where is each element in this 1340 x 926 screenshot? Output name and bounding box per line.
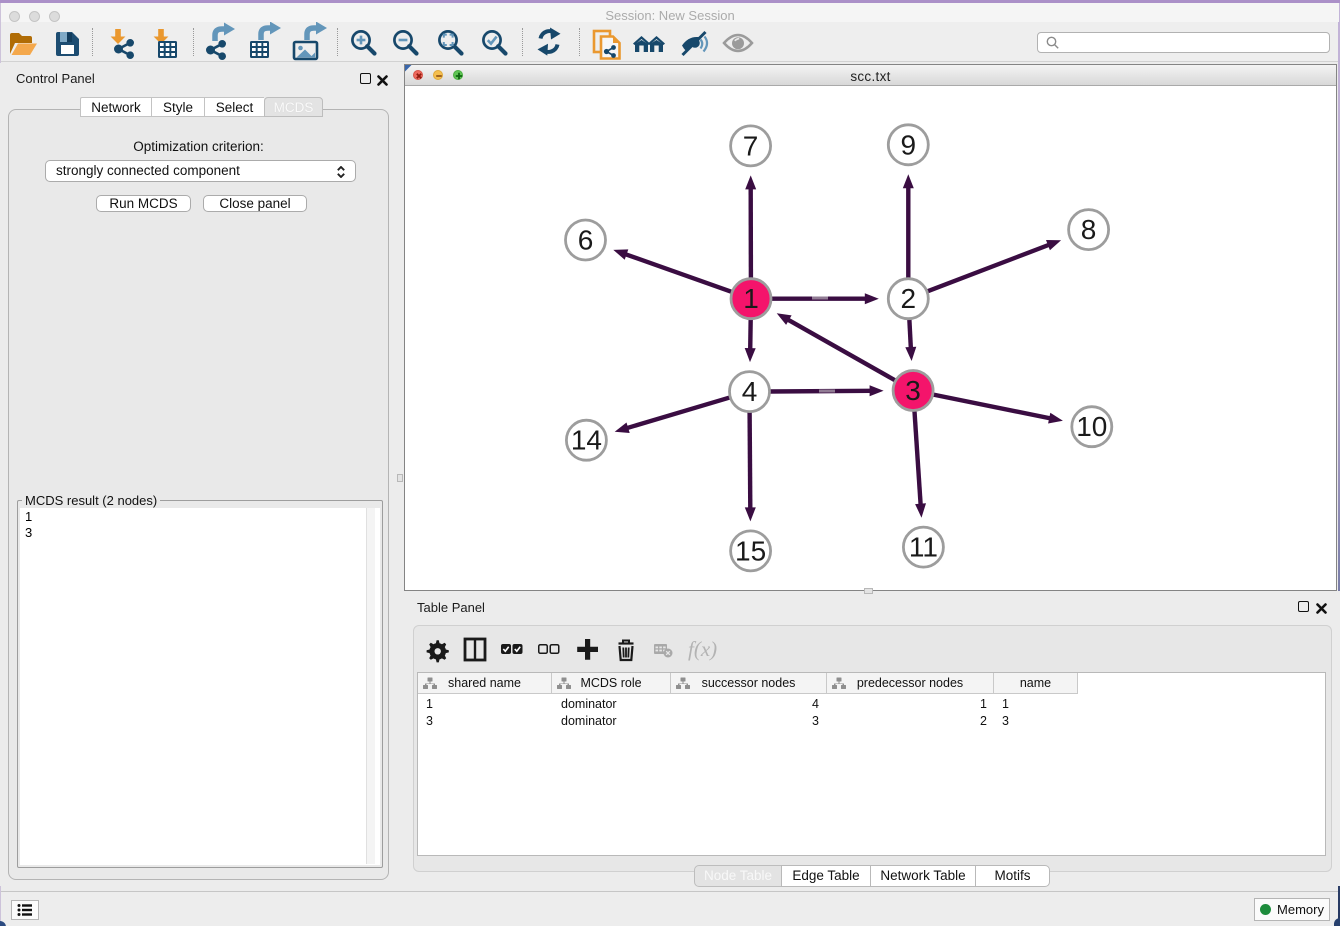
- svg-text:7: 7: [743, 130, 759, 161]
- svg-text:11: 11: [909, 532, 938, 563]
- svg-text:f(x): f(x): [688, 637, 717, 661]
- svg-text:15: 15: [735, 535, 766, 566]
- svg-text:4: 4: [742, 376, 758, 407]
- svg-text:3: 3: [905, 375, 921, 406]
- svg-text:6: 6: [578, 225, 594, 256]
- svg-text:2: 2: [901, 283, 917, 314]
- svg-text:14: 14: [571, 425, 602, 456]
- svg-text:9: 9: [901, 129, 917, 160]
- svg-text:8: 8: [1081, 214, 1097, 245]
- svg-text:10: 10: [1076, 411, 1107, 442]
- svg-text:1: 1: [743, 283, 759, 314]
